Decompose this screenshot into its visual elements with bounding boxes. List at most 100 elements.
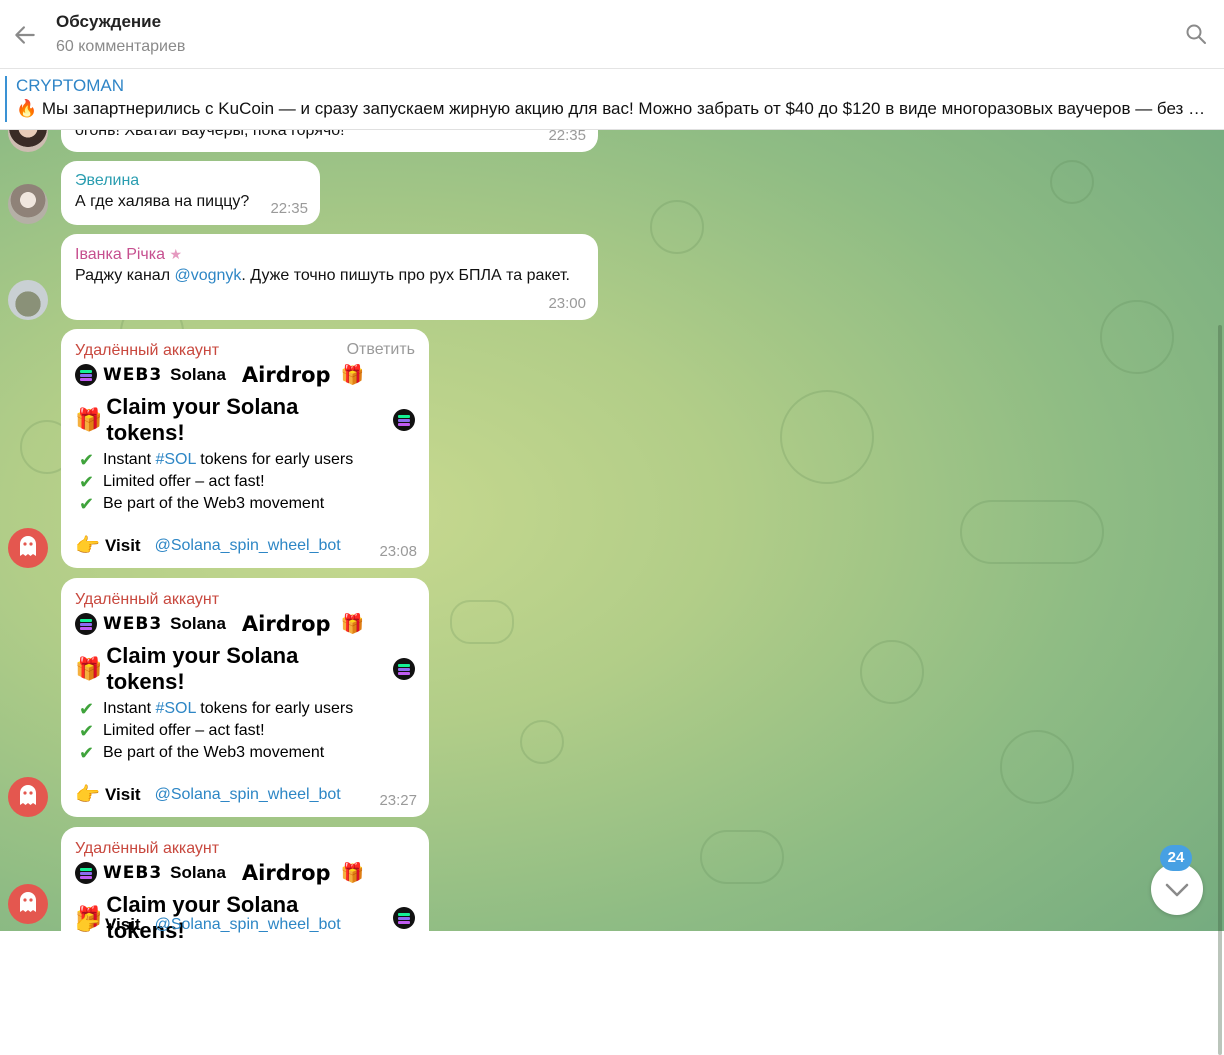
benefit-list: ✔ Instant #SOL tokens for early users ✔ Li… xyxy=(75,698,415,764)
bot-link[interactable]: @Solana_spin_wheel_bot xyxy=(155,786,341,804)
unread-count-badge: 24 xyxy=(1160,845,1192,871)
comment-count: 60 комментариев xyxy=(56,38,186,55)
solana-label: Solana xyxy=(170,863,226,882)
web3-label: WEB3 xyxy=(103,365,163,385)
pointing-hand-icon: 👉 xyxy=(75,784,100,806)
solana-logo-icon xyxy=(75,613,97,635)
pointing-hand-icon: 👉 xyxy=(75,535,100,557)
solana-logo-icon xyxy=(393,409,415,431)
mention-link[interactable]: @vognyk xyxy=(174,267,241,284)
checkmark-icon: ✔ xyxy=(79,743,95,763)
avatar[interactable] xyxy=(8,184,48,224)
checkmark-icon: ✔ xyxy=(79,699,95,719)
search-icon[interactable] xyxy=(1184,22,1208,46)
star-icon: ★ xyxy=(169,246,183,262)
page-title: Обсуждение xyxy=(56,12,162,31)
checkmark-icon: ✔ xyxy=(79,472,95,492)
web3-label: WEB3 xyxy=(103,614,163,634)
reply-button[interactable]: Ответить xyxy=(347,341,415,359)
message-bubble[interactable]: Іванка Річка ★ Раджу канал @vognyk. Дуже… xyxy=(61,234,598,320)
message-bubble[interactable]: Удалённый аккаунт WEB3 Solana Airdrop 🎁 … xyxy=(61,329,429,568)
benefit-text: Limited offer – act fast! xyxy=(103,722,265,739)
benefit-item: ✔ Limited offer – act fast! xyxy=(79,720,415,742)
avatar[interactable] xyxy=(8,280,48,320)
sender-name[interactable]: Эвелина xyxy=(75,171,306,191)
benefit-item: ✔ Instant #SOL tokens for early users xyxy=(79,449,415,471)
sender-name[interactable]: Удалённый аккаунт xyxy=(75,839,415,859)
benefit-item: ✔ Limited offer – act fast! xyxy=(79,471,415,493)
visit-row: 👉 Visit @Solana_spin_wheel_bot xyxy=(75,533,341,558)
airdrop-label: Airdrop xyxy=(241,363,331,387)
solana-logo-icon xyxy=(75,862,97,884)
ghost-icon xyxy=(18,784,38,811)
message-time: 22:35 xyxy=(270,200,308,217)
pinned-message[interactable]: CRYPTOMAN 🔥 Мы запартнерились с KuCoin —… xyxy=(0,69,1224,130)
sender-name[interactable]: Іванка Річка xyxy=(75,246,165,263)
message-bubble[interactable]: Удалённый аккаунт WEB3 Solana Airdrop 🎁 … xyxy=(61,827,429,947)
web3-logo-row: WEB3 Solana Airdrop 🎁 xyxy=(75,610,415,638)
solana-logo-icon xyxy=(75,364,97,386)
checkmark-icon: ✔ xyxy=(79,494,95,514)
benefit-list: ✔ Instant #SOL tokens for early users ✔ Li… xyxy=(75,449,415,515)
message-text-part: . Дуже точно пишуть про рух БПЛА та раке… xyxy=(241,267,570,284)
solana-logo-icon xyxy=(393,658,415,680)
gift-icon: 🎁 xyxy=(75,656,103,681)
benefit-text: Instant #SOL tokens for early users xyxy=(103,449,353,471)
benefit-item: ✔ Be part of the Web3 movement xyxy=(79,493,415,515)
gift-icon: 🎁 xyxy=(75,407,103,432)
benefit-text: Be part of the Web3 movement xyxy=(103,495,325,512)
message-bubble[interactable]: Эвелина А где халява на пиццу? 22:35 xyxy=(61,161,320,225)
benefit-text: Limited offer – act fast! xyxy=(103,473,265,490)
ghost-icon xyxy=(18,891,38,918)
sender-name[interactable]: Удалённый аккаунт xyxy=(75,590,415,610)
gift-icon: 🎁 xyxy=(340,863,365,884)
deleted-account-avatar[interactable] xyxy=(8,884,48,924)
benefit-text-part: tokens for early users xyxy=(195,451,354,468)
checkmark-icon: ✔ xyxy=(79,450,95,470)
message-bubble[interactable]: Удалённый аккаунт WEB3 Solana Airdrop 🎁 … xyxy=(61,578,429,817)
pinned-accent-bar xyxy=(5,76,7,122)
solana-label: Solana xyxy=(170,365,226,384)
deleted-account-avatar[interactable] xyxy=(8,528,48,568)
airdrop-label: Airdrop xyxy=(241,612,331,636)
message-time: 23:27 xyxy=(379,792,417,809)
checkmark-icon: ✔ xyxy=(79,721,95,741)
benefit-text: Be part of the Web3 movement xyxy=(103,744,325,761)
chat-header: Обсуждение 60 комментариев xyxy=(0,0,1224,69)
visit-label: Visit xyxy=(105,784,141,804)
message-text: Раджу канал @vognyk. Дуже точно пишуть п… xyxy=(75,265,584,287)
claim-text: Claim your Solana tokens! xyxy=(106,394,299,445)
visit-label: Visit xyxy=(105,914,141,934)
hashtag-link[interactable]: #SOL xyxy=(155,451,195,468)
web3-logo-row: WEB3 Solana Airdrop 🎁 xyxy=(75,859,415,887)
claim-headline: 🎁 Claim your Solana tokens! xyxy=(75,643,415,694)
gift-icon: 🎁 xyxy=(340,365,365,386)
benefit-item: ✔ Be part of the Web3 movement xyxy=(79,742,415,764)
deleted-account-avatar[interactable] xyxy=(8,777,48,817)
back-arrow-icon[interactable] xyxy=(12,22,38,48)
visit-label: Visit xyxy=(105,535,141,555)
benefit-text-part: Instant xyxy=(103,451,156,468)
gift-icon: 🎁 xyxy=(340,614,365,635)
web3-logo-row: WEB3 Solana Airdrop 🎁 xyxy=(75,361,415,389)
sender-row: Іванка Річка ★ xyxy=(75,244,584,265)
benefit-text-part: Instant xyxy=(103,700,156,717)
pinned-channel-name: CRYPTOMAN xyxy=(16,76,125,95)
message-time: 23:00 xyxy=(548,295,586,312)
scrollbar-thumb[interactable] xyxy=(1218,325,1222,1055)
claim-headline: 🎁 Claim your Solana tokens! xyxy=(75,394,415,445)
visit-row: 👉 Visit @Solana_spin_wheel_bot xyxy=(75,782,341,807)
claim-text: Claim your Solana tokens! xyxy=(106,643,299,694)
airdrop-label: Airdrop xyxy=(241,861,331,885)
solana-label: Solana xyxy=(170,614,226,633)
message-time: 23:08 xyxy=(379,543,417,560)
visit-row: 👉 Visit @Solana_spin_wheel_bot xyxy=(75,912,341,937)
web3-label: WEB3 xyxy=(103,863,163,883)
scrollbar[interactable] xyxy=(1216,130,1224,1055)
hashtag-link[interactable]: #SOL xyxy=(155,700,195,717)
pointing-hand-icon: 👉 xyxy=(75,914,100,936)
bot-link[interactable]: @Solana_spin_wheel_bot xyxy=(155,537,341,555)
benefit-text: Instant #SOL tokens for early users xyxy=(103,698,353,720)
message-text-part: Раджу канал xyxy=(75,267,175,284)
benefit-item: ✔ Instant #SOL tokens for early users xyxy=(79,698,415,720)
